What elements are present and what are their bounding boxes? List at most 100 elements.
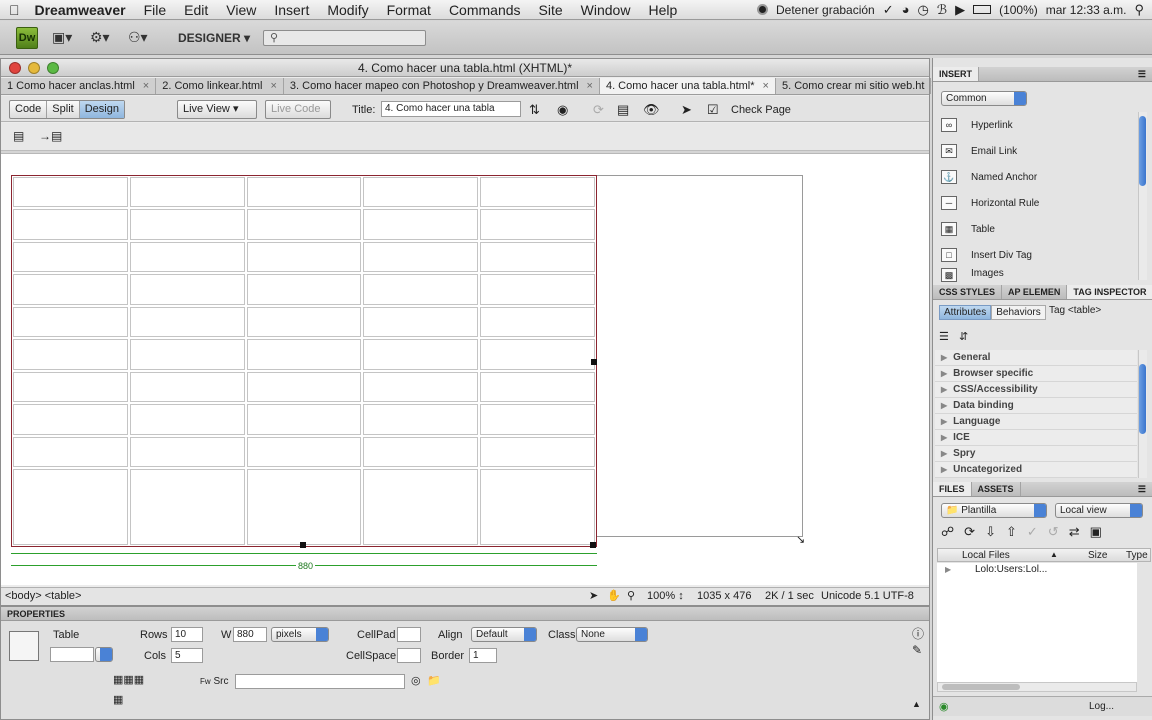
- code-view-button[interactable]: Code: [10, 101, 48, 118]
- table-cell[interactable]: [363, 177, 479, 208]
- attribute-category[interactable]: ▶ Browser specific: [935, 366, 1137, 382]
- menu-commands[interactable]: Commands: [440, 2, 530, 18]
- validate-icon[interactable]: ➤: [681, 102, 692, 118]
- table-cell[interactable]: [246, 469, 362, 545]
- table-cell[interactable]: [13, 274, 128, 305]
- close-tab-icon[interactable]: ×: [270, 80, 276, 92]
- hand-tool-icon[interactable]: ✋: [607, 589, 621, 602]
- table-cell[interactable]: [129, 306, 245, 338]
- attribute-category[interactable]: ▶ CSS/Accessibility: [935, 382, 1137, 398]
- expand-triangle-icon[interactable]: ▶: [941, 401, 947, 410]
- layout-icon[interactable]: ▣▾: [52, 29, 72, 46]
- help-icon[interactable]: ⓘ: [912, 625, 924, 642]
- log-button[interactable]: Log...: [1089, 701, 1114, 712]
- attribute-category[interactable]: ▶ Spry: [935, 446, 1137, 462]
- quick-tag-editor-icon[interactable]: ✎: [912, 643, 922, 657]
- close-window-button[interactable]: [9, 62, 21, 74]
- check-page-icon[interactable]: ☑: [707, 102, 719, 118]
- expand-triangle-icon[interactable]: ▶: [941, 353, 947, 362]
- volume-icon[interactable]: ▶: [955, 2, 965, 18]
- point-to-file-icon[interactable]: ◎: [411, 674, 421, 687]
- select-tool-icon[interactable]: ➤: [589, 589, 598, 602]
- align-select[interactable]: Default: [471, 627, 537, 642]
- table-cell[interactable]: [13, 306, 128, 338]
- tab-files[interactable]: FILES: [933, 482, 972, 496]
- cellspace-field[interactable]: [397, 648, 421, 663]
- border-field[interactable]: 1: [469, 648, 497, 663]
- table-cell[interactable]: [480, 339, 595, 370]
- table-cell[interactable]: [246, 339, 362, 370]
- table-cell[interactable]: [246, 306, 362, 338]
- zoom-window-button[interactable]: [47, 62, 59, 74]
- get-files-icon[interactable]: ⇩: [985, 524, 996, 540]
- sync-icon[interactable]: ⇄: [1069, 524, 1080, 540]
- record-icon[interactable]: [757, 4, 768, 15]
- close-tab-icon[interactable]: ×: [763, 80, 769, 92]
- width-field[interactable]: 880: [233, 627, 267, 642]
- site-icon[interactable]: ⚇▾: [128, 29, 148, 46]
- menu-window[interactable]: Window: [572, 2, 640, 18]
- close-tab-icon[interactable]: ×: [587, 80, 593, 92]
- table-cell[interactable]: [13, 177, 128, 208]
- table-cell[interactable]: [480, 274, 595, 305]
- tab-5[interactable]: 5. Como crear mi sitio web.ht: [776, 78, 932, 94]
- insert-category-select[interactable]: Common: [941, 91, 1027, 106]
- table-cell[interactable]: [363, 436, 479, 468]
- table-cell[interactable]: [246, 274, 362, 305]
- tag-selector[interactable]: <body> <table>: [5, 590, 81, 602]
- table-cell[interactable]: [129, 274, 245, 305]
- table-resize-handle-corner[interactable]: [590, 542, 596, 548]
- expand-triangle-icon[interactable]: ▶: [941, 369, 947, 378]
- convert-widths-icon[interactable]: ▦: [113, 693, 123, 706]
- battery-icon[interactable]: [973, 5, 992, 14]
- table-cell[interactable]: [246, 177, 362, 208]
- recording-label[interactable]: Detener grabación: [776, 3, 875, 17]
- html-table[interactable]: [11, 175, 597, 547]
- table-cell[interactable]: [129, 436, 245, 468]
- zoom-tool-icon[interactable]: ⚲: [627, 589, 635, 602]
- attribute-category[interactable]: ▶ General: [935, 350, 1137, 366]
- table-cell[interactable]: [363, 339, 479, 370]
- table-cell[interactable]: [246, 371, 362, 403]
- live-code-button[interactable]: Live Code: [265, 100, 331, 119]
- table-cell[interactable]: [480, 209, 595, 240]
- table-id-select[interactable]: [95, 647, 113, 662]
- gear-icon[interactable]: ⚙▾: [90, 29, 110, 46]
- width-unit-select[interactable]: pixels: [271, 627, 329, 642]
- insert-tab[interactable]: INSERT: [933, 67, 980, 81]
- bluetooth-icon[interactable]: ℬ: [937, 2, 947, 18]
- workspace-switcher[interactable]: DESIGNER ▾: [178, 31, 250, 45]
- title-input[interactable]: 4. Como hacer una tabla: [381, 101, 521, 117]
- tab-css-styles[interactable]: CSS STYLES: [933, 285, 1003, 299]
- attribute-category[interactable]: ▶ Language: [935, 414, 1137, 430]
- table-cell[interactable]: [129, 404, 245, 435]
- insert-scrollbar[interactable]: [1138, 112, 1147, 280]
- tab-2[interactable]: 2. Como linkear.html ×: [156, 78, 284, 94]
- root-folder[interactable]: Lolo:Users:Lol...: [975, 564, 1047, 575]
- file-management-icon[interactable]: ⇅: [529, 102, 540, 118]
- time-machine-icon[interactable]: ◷: [918, 2, 929, 18]
- menu-site[interactable]: Site: [530, 2, 572, 18]
- tag-scroll-thumb[interactable]: [1139, 364, 1146, 434]
- table-cell[interactable]: [363, 371, 479, 403]
- tab-assets[interactable]: ASSETS: [972, 482, 1021, 496]
- table-cell[interactable]: [480, 371, 595, 403]
- live-view-button[interactable]: Live View ▾: [177, 100, 257, 119]
- expand-triangle-icon[interactable]: ▶: [941, 417, 947, 426]
- table-cell[interactable]: [480, 306, 595, 338]
- class-select[interactable]: None: [576, 627, 648, 642]
- table-cell[interactable]: [13, 404, 128, 435]
- table-cell[interactable]: [129, 469, 245, 545]
- tag-scrollbar[interactable]: [1138, 350, 1147, 478]
- panel-menu-icon[interactable]: ☰: [1132, 482, 1152, 496]
- behaviors-tab[interactable]: Behaviors: [991, 305, 1046, 320]
- table-cell[interactable]: [129, 209, 245, 240]
- site-select[interactable]: 📁 Plantilla: [941, 503, 1047, 518]
- sort-az-icon[interactable]: ⇵: [959, 330, 968, 343]
- col-local-files[interactable]: Local Files: [962, 550, 1010, 561]
- table-cell[interactable]: [129, 241, 245, 273]
- put-files-icon[interactable]: ⇧: [1006, 524, 1017, 540]
- insert-images[interactable]: ▩ Images: [933, 268, 1137, 282]
- table-resize-handle-bottom[interactable]: [300, 542, 306, 548]
- tab-3[interactable]: 3. Como hacer mapeo con Photoshop y Drea…: [284, 78, 600, 94]
